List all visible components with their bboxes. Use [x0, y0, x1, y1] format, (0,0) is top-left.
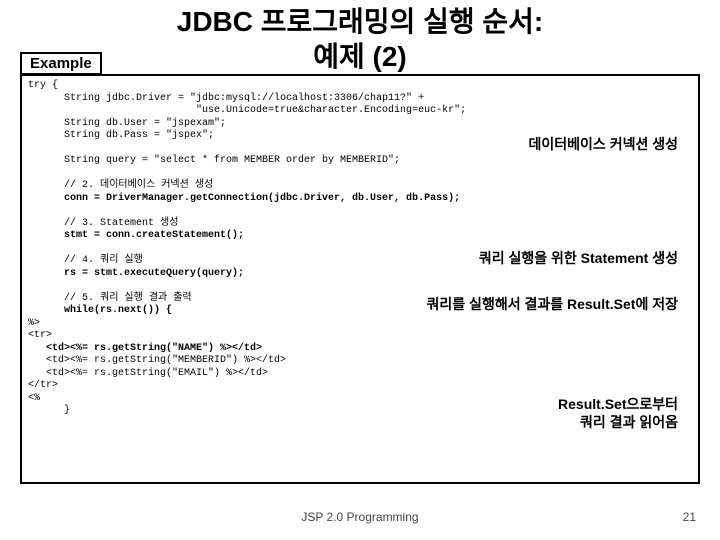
- code-line: <tr>: [28, 330, 52, 341]
- code-line: String db.Pass = "jspex";: [28, 130, 214, 141]
- code-line: <%: [28, 393, 40, 404]
- code-line: String query = "select * from MEMBER ord…: [28, 155, 400, 166]
- code-line: // 2. 데이터베이스 커넥션 생성: [28, 180, 213, 191]
- code-line: </tr>: [28, 380, 58, 391]
- code-line-bold: stmt = conn.createStatement();: [28, 230, 244, 241]
- annotation-connection: 데이터베이스 커넥션 생성: [529, 134, 678, 154]
- title-line2: 예제 (2): [313, 41, 407, 72]
- annotation-resultset-store: 쿼리를 실행해서 결과를 Result.Set에 저장: [427, 294, 678, 314]
- footer-text: JSP 2.0 Programming: [0, 510, 720, 524]
- code-line: // 5. 쿼리 실행 결과 출력: [28, 293, 192, 304]
- code-line: try {: [28, 80, 58, 91]
- code-line: "use.Unicode=true&character.Encoding=euc…: [28, 105, 466, 116]
- annotation-line: 쿼리 결과 읽어옴: [580, 414, 678, 430]
- page-number: 21: [683, 510, 696, 524]
- title-line1: JDBC 프로그래밍의 실행 순서:: [177, 6, 544, 37]
- code-line-bold: while(rs.next()) {: [28, 305, 172, 316]
- annotation-statement: 쿼리 실행을 위한 Statement 생성: [479, 248, 678, 268]
- code-line: }: [28, 405, 70, 416]
- annotation-resultset-read: Result.Set으로부터 쿼리 결과 읽어옴: [558, 395, 678, 431]
- code-line: String db.User = "jspexam";: [28, 118, 226, 129]
- annotation-line: Result.Set으로부터: [558, 396, 678, 412]
- example-label: Example: [20, 52, 102, 75]
- code-line: // 4. 쿼리 실행: [28, 255, 143, 266]
- code-line: // 3. Statement 생성: [28, 218, 178, 229]
- code-line: <td><%= rs.getString("MEMBERID") %></td>: [28, 355, 286, 366]
- code-line: %>: [28, 318, 40, 329]
- code-line: String jdbc.Driver = "jdbc:mysql://local…: [28, 93, 424, 104]
- code-line-bold: <td><%= rs.getString("NAME") %></td>: [28, 343, 262, 354]
- code-line-bold: conn = DriverManager.getConnection(jdbc.…: [28, 193, 460, 204]
- code-line-bold: rs = stmt.executeQuery(query);: [28, 268, 244, 279]
- code-line: <td><%= rs.getString("EMAIL") %></td>: [28, 368, 268, 379]
- slide-title: JDBC 프로그래밍의 실행 순서: 예제 (2): [0, 4, 720, 74]
